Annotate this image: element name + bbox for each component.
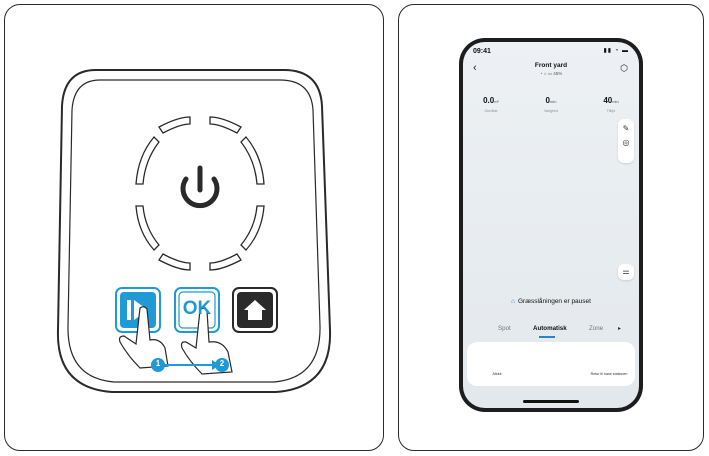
locate-icon[interactable]: ◎ — [618, 138, 634, 147]
step-1-label: 1 — [155, 359, 161, 368]
status-time: 09:41 — [473, 48, 491, 55]
home-button — [232, 287, 278, 333]
return-label[interactable]: Retur til base stationen — [583, 372, 635, 376]
status-icons: ▮▮ ◔ ▬ — [603, 48, 629, 54]
panel-inner-outline — [67, 79, 321, 383]
home-indicator — [523, 400, 579, 403]
stat-duration-label: Varighed — [543, 109, 559, 113]
stat-duration-unit: min — [550, 99, 557, 104]
settings-icon[interactable]: ⬡ — [620, 63, 628, 74]
panel-outline — [56, 69, 332, 393]
tab-spot[interactable]: Spot — [498, 325, 511, 332]
stat-area: 0.0m² Område — [471, 90, 511, 113]
filter-icon[interactable]: ⚌ — [618, 264, 634, 280]
battery-status: ◔ ⌂ ▭ 45% — [539, 71, 563, 76]
app-screen: 09:41 ▮▮ ◔ ▬ ‹ Front yard ◔ ⌂ ▭ 45% ⬡ 0.… — [463, 42, 639, 408]
ok-label[interactable]: OK — [179, 298, 215, 320]
control-bar — [467, 342, 635, 386]
page-title: Front yard — [534, 62, 568, 69]
power-ring — [135, 116, 265, 271]
stat-area-value: 0.0 — [483, 96, 495, 105]
stat-remaining-value: 40 — [603, 96, 613, 105]
stat-area-label: Område — [484, 109, 498, 113]
map-tools: ✎ ◎ — [618, 119, 634, 163]
tab-automatic[interactable]: Automatisk — [533, 325, 567, 332]
stat-duration: 0min Varighed — [531, 90, 571, 113]
tab-zone[interactable]: Zone — [589, 325, 603, 332]
battery-percent: 45% — [553, 71, 563, 76]
step-2-label: 2 — [219, 359, 225, 368]
tab-more-icon[interactable]: ▸ — [618, 325, 621, 332]
edit-map-icon[interactable]: ✎ — [618, 124, 634, 133]
stat-remaining: 40min Tilbjö — [591, 90, 631, 113]
status-message-text: Græsslåningen er pauset — [517, 298, 591, 305]
stat-remaining-unit: min — [612, 99, 619, 104]
phone-frame: 09:41 ▮▮ ◔ ▬ ‹ Front yard ◔ ⌂ ▭ 45% ⬡ 0.… — [459, 38, 643, 412]
power-icon — [180, 165, 220, 209]
status-message: ⌂ Græsslåningen er pauset — [463, 298, 639, 305]
stat-area-unit: m² — [494, 99, 499, 104]
mower-status-icon: ⌂ — [511, 298, 515, 305]
active-tab-indicator — [539, 336, 555, 338]
stat-remaining-label: Tilbjö — [606, 109, 616, 113]
stop-label[interactable]: Afslut — [487, 372, 507, 376]
